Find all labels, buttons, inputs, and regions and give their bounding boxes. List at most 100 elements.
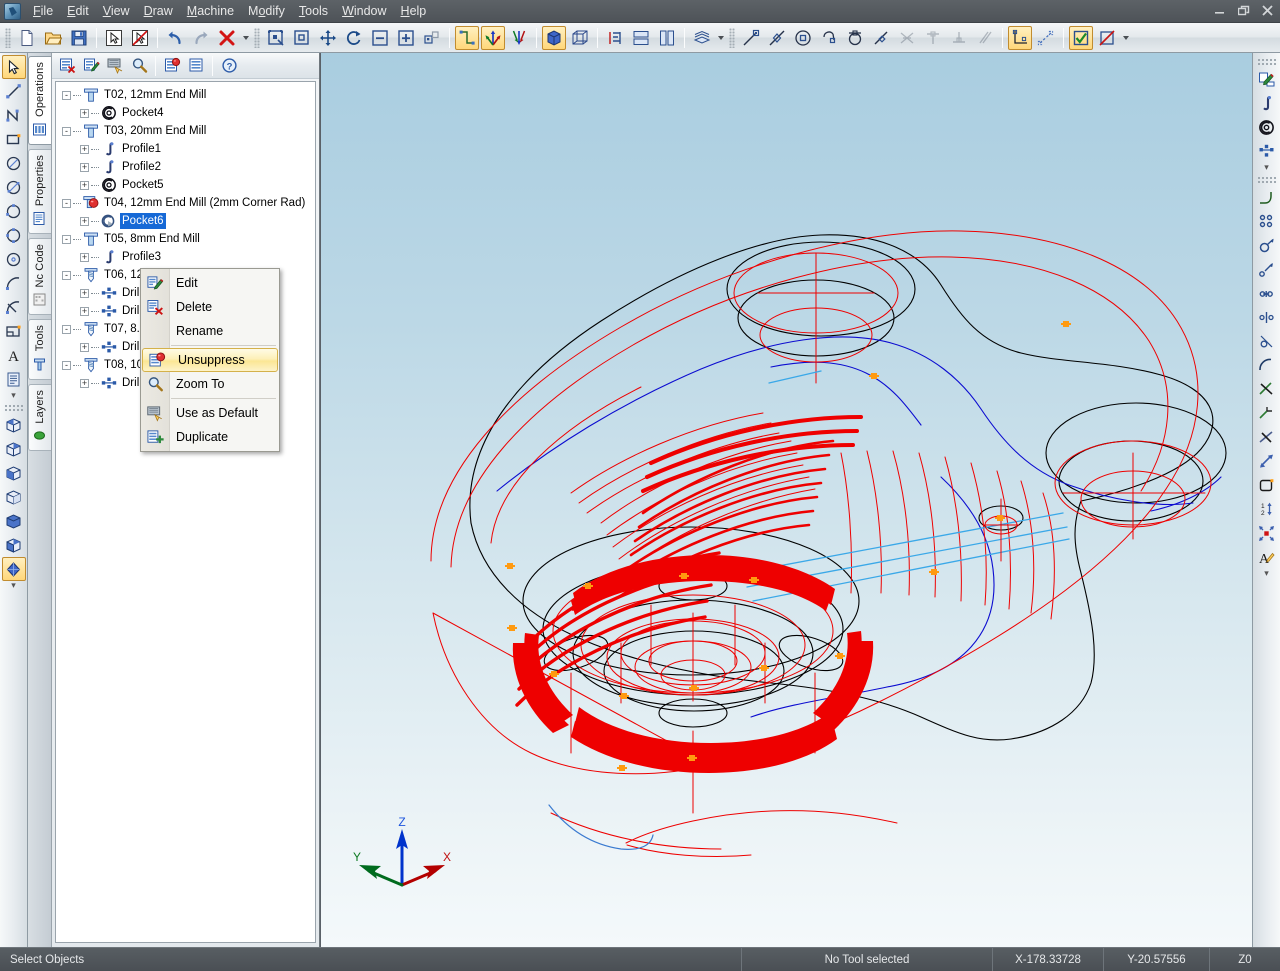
select-arrow-icon[interactable] — [2, 55, 26, 79]
snap-midpoint-icon[interactable] — [765, 26, 789, 50]
operation-context-menu[interactable]: EditDeleteRenameUnsuppressZoom ToUse as … — [140, 268, 280, 452]
draw-ellipse-icon[interactable] — [2, 247, 26, 271]
deselect-objects-icon[interactable] — [128, 26, 152, 50]
draw-rectangle-icon[interactable] — [2, 127, 26, 151]
op-profile-icon[interactable] — [1255, 91, 1279, 115]
op-drill-icon[interactable] — [1255, 139, 1279, 163]
save-file-icon[interactable] — [67, 26, 91, 50]
context-menu-item[interactable]: Zoom To — [141, 372, 279, 396]
context-menu-item[interactable]: Use as Default — [141, 401, 279, 425]
pan-icon[interactable] — [316, 26, 340, 50]
wireframe-view-icon[interactable] — [568, 26, 592, 50]
draw-line-icon[interactable] — [2, 79, 26, 103]
tile-horizontal-icon[interactable] — [629, 26, 653, 50]
fillet-icon[interactable] — [1255, 185, 1279, 209]
draw-circle-icon[interactable] — [2, 151, 26, 175]
view-toolbar-grip[interactable] — [4, 404, 24, 411]
snap-quadrant-icon[interactable] — [817, 26, 841, 50]
tree-node[interactable]: +Pocket4 — [62, 104, 313, 122]
snap-tangent-icon[interactable] — [843, 26, 867, 50]
tree-node[interactable]: -T05, 8mm End Mill — [62, 230, 313, 248]
menu-edit[interactable]: Edit — [60, 1, 96, 22]
break-icon[interactable] — [1255, 425, 1279, 449]
tree-collapse-toggle[interactable]: - — [62, 127, 71, 136]
zoom-in-icon[interactable] — [394, 26, 418, 50]
align-icon[interactable] — [603, 26, 627, 50]
snap-center-icon[interactable] — [791, 26, 815, 50]
list-operations-icon[interactable] — [184, 55, 208, 77]
snap-intersection-icon[interactable] — [869, 26, 893, 50]
tree-collapse-toggle[interactable]: - — [62, 361, 71, 370]
menu-machine[interactable]: Machine — [180, 1, 241, 22]
tree-expand-toggle[interactable]: + — [80, 289, 89, 298]
draw-circle-2point-icon[interactable] — [2, 175, 26, 199]
modify-toolbar-overflow[interactable]: ▾ — [1264, 569, 1269, 579]
minimize-button[interactable] — [1213, 5, 1226, 18]
op-toolbar-overflow[interactable]: ▾ — [1264, 163, 1269, 173]
tab-tools[interactable]: Tools — [28, 319, 51, 379]
world-axes-icon[interactable] — [481, 26, 505, 50]
tree-expand-toggle[interactable]: + — [80, 217, 89, 226]
draw-arc-tangent-icon[interactable] — [2, 295, 26, 319]
view-custom-icon[interactable] — [2, 557, 26, 581]
tree-node[interactable]: +Profile1 — [62, 140, 313, 158]
op-edit-icon[interactable] — [1255, 67, 1279, 91]
tree-collapse-toggle[interactable]: - — [62, 325, 71, 334]
tree-node[interactable]: +Profile2 — [62, 158, 313, 176]
draw-text-icon[interactable]: A — [2, 343, 26, 367]
context-menu-item[interactable]: Edit — [141, 271, 279, 295]
snap-nearest-icon[interactable] — [895, 26, 919, 50]
tile-vertical-icon[interactable] — [655, 26, 679, 50]
move-icon[interactable] — [1255, 257, 1279, 281]
offset-icon[interactable] — [1255, 233, 1279, 257]
view-right-icon[interactable] — [2, 533, 26, 557]
tree-expand-toggle[interactable]: + — [80, 253, 89, 262]
grid-snap-icon[interactable] — [1008, 26, 1032, 50]
op-pocket-icon[interactable] — [1255, 115, 1279, 139]
trim-icon[interactable] — [1255, 377, 1279, 401]
order-icon[interactable]: 12 — [1255, 497, 1279, 521]
round-corner-icon[interactable] — [1255, 353, 1279, 377]
delete-icon[interactable] — [215, 26, 239, 50]
snap-parallel-icon[interactable] — [973, 26, 997, 50]
tree-collapse-toggle[interactable]: - — [62, 199, 71, 208]
tab-operations[interactable]: Operations — [28, 56, 51, 145]
tree-node[interactable]: -T03, 20mm End Mill — [62, 122, 313, 140]
view-iso2-icon[interactable] — [2, 437, 26, 461]
tab-nc-code[interactable]: Nc Code — [28, 238, 51, 316]
delete-operation-icon[interactable] — [55, 55, 79, 77]
help-icon[interactable]: ? — [217, 55, 241, 77]
copy-icon[interactable] — [1255, 281, 1279, 305]
stretch-icon[interactable] — [1255, 449, 1279, 473]
toolbar-grip[interactable] — [5, 28, 11, 48]
draw-circle-3point-icon[interactable] — [2, 223, 26, 247]
context-menu-item[interactable]: Rename — [141, 319, 279, 343]
open-file-icon[interactable] — [41, 26, 65, 50]
tree-expand-toggle[interactable]: + — [80, 145, 89, 154]
draw-arc-center-icon[interactable] — [2, 199, 26, 223]
local-axes-icon[interactable] — [507, 26, 531, 50]
menu-file[interactable]: File — [26, 1, 60, 22]
snap-perpendicular-icon[interactable] — [921, 26, 945, 50]
rotate-geometry-icon[interactable] — [1255, 329, 1279, 353]
mirror-icon[interactable] — [1255, 305, 1279, 329]
close-button[interactable] — [1261, 5, 1274, 18]
annotate-icon[interactable]: A — [1255, 545, 1279, 569]
select-objects-icon[interactable] — [102, 26, 126, 50]
tree-node[interactable]: +Pocket6 — [62, 212, 313, 230]
new-file-icon[interactable] — [15, 26, 39, 50]
tree-node[interactable]: +Profile3 — [62, 248, 313, 266]
tree-expand-toggle[interactable]: + — [80, 109, 89, 118]
tab-properties[interactable]: Properties — [28, 149, 51, 234]
zoom-previous-icon[interactable] — [420, 26, 444, 50]
op-toolbar-grip[interactable] — [1257, 58, 1277, 65]
snap-dropdown-icon[interactable] — [1120, 26, 1131, 50]
zoom-extents-icon[interactable] — [290, 26, 314, 50]
menu-tools[interactable]: Tools — [292, 1, 335, 22]
tree-collapse-toggle[interactable]: - — [62, 91, 71, 100]
zoom-to-icon[interactable] — [127, 55, 151, 77]
tab-layers[interactable]: Layers — [28, 384, 51, 452]
menu-window[interactable]: Window — [335, 1, 393, 22]
layers-icon[interactable] — [690, 26, 714, 50]
snap-toggle-off-icon[interactable] — [1095, 26, 1119, 50]
